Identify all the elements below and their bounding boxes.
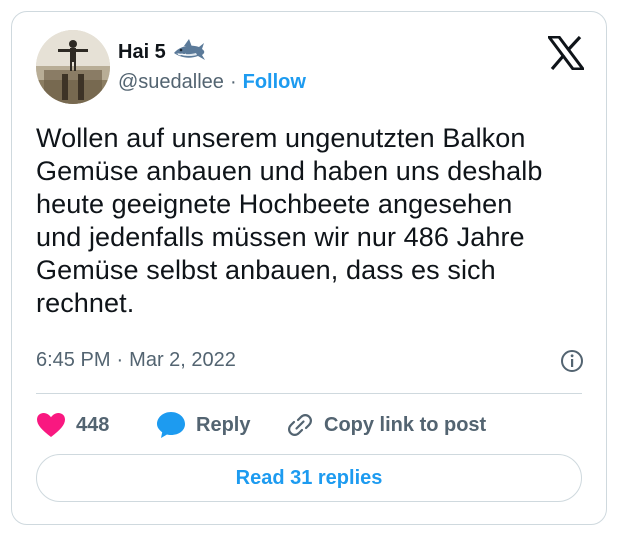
read-replies-button[interactable]: Read 31 replies [36, 454, 582, 502]
shark-emoji-icon [172, 38, 206, 67]
info-icon[interactable] [560, 349, 584, 373]
avatar[interactable] [36, 30, 110, 104]
handle[interactable]: @suedallee [118, 71, 224, 94]
heart-icon [37, 413, 65, 437]
read-replies-label: Read 31 replies [235, 466, 383, 489]
tweet-card: Hai 5 @suedallee · Follow Wollen auf uns… [11, 11, 607, 525]
reply-label: Reply [196, 413, 251, 436]
action-bar: 448 Reply Copy link to post [36, 410, 486, 440]
like-button[interactable]: 448 [36, 412, 156, 438]
tweet-time: 6:45 PM [36, 349, 111, 371]
tweet-text: Wollen auf unserem ungenutzten Balkon Ge… [36, 123, 543, 318]
follow-button[interactable]: Follow [243, 71, 306, 94]
reply-bubble-icon [157, 412, 185, 438]
separator: · [116, 349, 124, 371]
reply-button[interactable]: Reply [156, 411, 286, 439]
avatar-image [36, 30, 110, 104]
x-logo-icon[interactable] [548, 36, 584, 70]
display-name[interactable]: Hai 5 [118, 41, 166, 64]
author-name-row: Hai 5 [118, 38, 206, 67]
like-count: 448 [76, 413, 110, 436]
link-icon [288, 414, 312, 436]
copy-link-button[interactable]: Copy link to post [286, 411, 486, 439]
separator: · [229, 71, 237, 93]
tweet-timestamp[interactable]: 6:45 PM · Mar 2, 2022 [36, 349, 236, 372]
copy-link-label: Copy link to post [324, 413, 487, 436]
tweet-date: Mar 2, 2022 [129, 349, 236, 371]
author-handle-row: @suedallee · Follow [118, 71, 306, 94]
divider [36, 393, 582, 394]
